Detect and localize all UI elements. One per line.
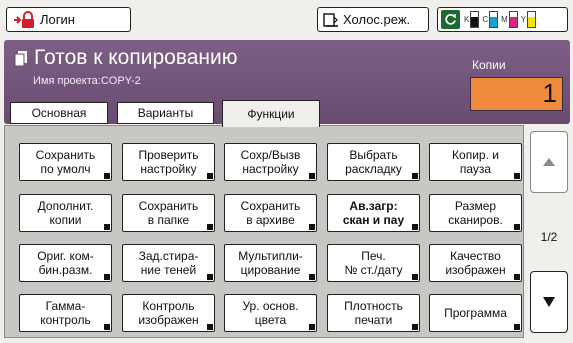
function-button[interactable]: Сохранить в архиве <box>224 194 317 232</box>
tab-basic[interactable]: Основная <box>10 102 108 124</box>
submenu-indicator-icon <box>207 173 213 179</box>
function-button[interactable]: Контроль изображен <box>122 294 215 332</box>
login-lock-icon <box>14 10 34 28</box>
function-button[interactable]: Ав.загр: скан и пау <box>327 194 420 232</box>
mono-mode-label: Холос.реж. <box>343 12 411 27</box>
login-label: Логин <box>40 12 75 27</box>
function-button[interactable]: Ориг. ком- бин.разм. <box>19 244 112 282</box>
function-button[interactable]: Сохранить в папке <box>122 194 215 232</box>
page-indicator: 1/2 <box>540 230 558 244</box>
function-label: Выбрать раскладку <box>345 148 402 176</box>
submenu-indicator-icon <box>207 324 213 330</box>
submenu-indicator-icon <box>412 173 418 179</box>
function-button[interactable]: Программа <box>429 294 522 332</box>
ink-label: C <box>482 15 489 24</box>
ink-label: M <box>501 15 508 24</box>
copy-document-icon <box>14 50 27 66</box>
function-label: Плотность печати <box>344 299 403 327</box>
function-button[interactable]: Сохранить по умолч <box>19 143 112 181</box>
project-name: Имя проекта:COPY-2 <box>33 75 141 87</box>
functions-panel: Сохранить по умолч Проверить настройку Сох… <box>4 125 524 338</box>
submenu-indicator-icon <box>309 173 315 179</box>
tab-functions[interactable]: Функции <box>222 100 320 127</box>
submenu-indicator-icon <box>104 173 110 179</box>
function-label: Ав.загр: скан и пау <box>342 199 405 227</box>
submenu-indicator-icon <box>412 324 418 330</box>
submenu-indicator-icon <box>207 224 213 230</box>
submenu-indicator-icon <box>514 324 520 330</box>
function-label: Сохранить по умолч <box>35 148 96 176</box>
function-button[interactable]: Мультипли- цирование <box>224 244 317 282</box>
ink-status[interactable]: KCMY <box>437 7 568 32</box>
function-button[interactable]: Выбрать раскладку <box>327 143 420 181</box>
function-label: Сохр/Вызв настройку <box>240 148 301 176</box>
ink-levels: KCMY <box>464 11 539 28</box>
page-up-button[interactable] <box>530 131 568 193</box>
function-button[interactable]: Проверить настройку <box>122 143 215 181</box>
mono-mode-button[interactable]: Холос.реж. <box>317 7 429 32</box>
ink-m: M <box>501 11 518 28</box>
arrow-down-icon <box>543 297 555 307</box>
ink-label: Y <box>520 15 527 24</box>
ink-level-bar <box>470 11 480 28</box>
refresh-icon <box>441 10 460 29</box>
function-label: Ориг. ком- бин.разм. <box>37 249 94 277</box>
pager: 1/2 <box>528 129 570 337</box>
ink-label: K <box>464 15 470 24</box>
ink-level-bar <box>489 11 499 28</box>
function-label: Качество изображен <box>445 249 506 277</box>
submenu-indicator-icon <box>514 274 520 280</box>
function-label: Программа <box>444 306 507 320</box>
submenu-indicator-icon <box>104 324 110 330</box>
document-icon <box>323 12 338 27</box>
ink-y: Y <box>520 11 537 28</box>
arrow-up-icon <box>543 158 555 166</box>
ink-level-bar <box>527 11 537 28</box>
function-label: Сохранить в архиве <box>240 199 301 227</box>
page-down-button[interactable] <box>530 271 568 333</box>
function-button[interactable]: Сохр/Вызв настройку <box>224 143 317 181</box>
submenu-indicator-icon <box>309 274 315 280</box>
function-label: Дополнит. копии <box>37 199 94 227</box>
submenu-indicator-icon <box>104 274 110 280</box>
function-label: Контроль изображен <box>138 299 199 327</box>
status-title: Готов к копированию <box>14 46 238 70</box>
function-label: Размер сканиров. <box>448 199 503 227</box>
function-button[interactable]: Копир. и пауза <box>429 143 522 181</box>
submenu-indicator-icon <box>309 224 315 230</box>
submenu-indicator-icon <box>207 274 213 280</box>
status-text: Готов к копированию <box>34 46 238 69</box>
tab-options[interactable]: Варианты <box>117 102 214 124</box>
login-button[interactable]: Логин <box>6 7 131 32</box>
submenu-indicator-icon <box>104 224 110 230</box>
function-label: Копир. и пауза <box>452 148 499 176</box>
function-button[interactable]: Размер сканиров. <box>429 194 522 232</box>
function-label: Печ. № ст./дату <box>344 249 403 277</box>
submenu-indicator-icon <box>514 173 520 179</box>
ink-k: K <box>464 11 480 28</box>
function-button[interactable]: Гамма- контроль <box>19 294 112 332</box>
function-button[interactable]: Печ. № ст./дату <box>327 244 420 282</box>
function-label: Зад.стира- ние теней <box>138 249 199 277</box>
function-button[interactable]: Дополнит. копии <box>19 194 112 232</box>
submenu-indicator-icon <box>412 274 418 280</box>
submenu-indicator-icon <box>309 324 315 330</box>
function-label: Ур. основ. цвета <box>242 299 299 327</box>
function-label: Мультипли- цирование <box>238 249 303 277</box>
top-bar: Логин Холос.реж. K C M Y <box>0 0 573 40</box>
function-label: Сохранить в папке <box>138 199 199 227</box>
function-button[interactable]: Зад.стира- ние теней <box>122 244 215 282</box>
copies-label: Копии <box>472 58 506 72</box>
ink-c: C <box>482 11 499 28</box>
function-label: Проверить настройку <box>138 148 199 176</box>
ink-level-bar <box>508 11 518 28</box>
submenu-indicator-icon <box>514 224 520 230</box>
function-button[interactable]: Качество изображен <box>429 244 522 282</box>
function-label: Гамма- контроль <box>40 299 91 327</box>
function-button[interactable]: Плотность печати <box>327 294 420 332</box>
function-button[interactable]: Ур. основ. цвета <box>224 294 317 332</box>
copies-value[interactable]: 1 <box>470 77 563 111</box>
submenu-indicator-icon <box>412 224 418 230</box>
